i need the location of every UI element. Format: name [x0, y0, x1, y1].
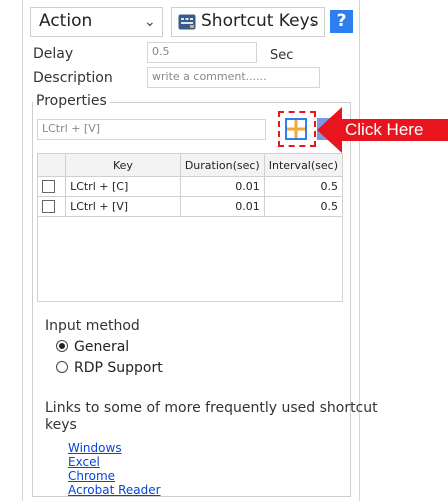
table-header-key: Key	[65, 153, 181, 177]
table-header-select	[36, 153, 67, 177]
radio-selected-icon[interactable]	[56, 340, 68, 352]
radio-general-label: General	[74, 339, 130, 355]
callout-label: Click Here	[345, 120, 424, 139]
interval-cell: 0.5	[263, 176, 344, 197]
radio-rdp-support[interactable]: RDP Support	[56, 360, 163, 376]
links-intro-line2: keys	[45, 417, 77, 433]
row-select-cell[interactable]	[36, 176, 67, 197]
table-header-duration: Duration(sec)	[179, 153, 265, 177]
input-method-label: Input method	[45, 318, 140, 334]
row-checkbox[interactable]	[42, 180, 55, 194]
row-select-cell[interactable]	[36, 196, 67, 217]
key-cell: LCtrl + [V]	[65, 196, 181, 217]
action-select-value: Shortcut Keys	[201, 11, 319, 31]
link-windows[interactable]: Windows	[68, 441, 122, 455]
type-select[interactable]: Action ⌄	[30, 7, 163, 37]
properties-panel: Action ⌄ Shortcut Keys ⌄ ? Delay 0.5 Sec…	[22, 0, 378, 501]
description-label: Description	[33, 70, 113, 86]
duration-cell: 0.01	[179, 196, 265, 217]
key-cell: LCtrl + [C]	[65, 176, 181, 197]
table-row[interactable]: LCtrl + [V] 0.01 0.5	[36, 196, 344, 217]
radio-unselected-icon[interactable]	[56, 361, 68, 373]
keyboard-icon	[178, 14, 196, 30]
key-table-empty-area	[37, 217, 343, 302]
description-input[interactable]: write a comment......	[147, 67, 320, 88]
shortcut-input[interactable]: LCtrl + [V]	[37, 119, 266, 140]
links-intro-line1: Links to some of more frequently used sh…	[45, 400, 378, 416]
key-table: Key Duration(sec) Interval(sec) LCtrl + …	[36, 153, 344, 217]
delay-unit: Sec	[270, 48, 294, 63]
radio-rdp-label: RDP Support	[74, 360, 163, 376]
action-select[interactable]: Shortcut Keys ⌄	[171, 7, 325, 37]
type-select-value: Action	[39, 11, 93, 31]
chevron-down-icon: ⌄	[309, 14, 321, 30]
link-chrome[interactable]: Chrome	[68, 469, 115, 483]
table-row[interactable]: LCtrl + [C] 0.01 0.5	[36, 176, 344, 197]
delay-label: Delay	[33, 46, 74, 62]
add-grid-icon[interactable]	[285, 118, 307, 140]
delay-input[interactable]: 0.5	[147, 42, 257, 63]
duration-cell: 0.01	[179, 176, 265, 197]
interval-cell: 0.5	[263, 196, 344, 217]
link-acrobat-reader[interactable]: Acrobat Reader	[68, 483, 161, 497]
help-icon[interactable]: ?	[330, 10, 353, 33]
table-header-interval: Interval(sec)	[263, 153, 344, 177]
link-excel[interactable]: Excel	[68, 455, 100, 469]
row-checkbox[interactable]	[42, 200, 55, 214]
radio-general[interactable]: General	[56, 339, 129, 355]
chevron-down-icon: ⌄	[144, 14, 156, 30]
properties-title: Properties	[33, 93, 110, 109]
